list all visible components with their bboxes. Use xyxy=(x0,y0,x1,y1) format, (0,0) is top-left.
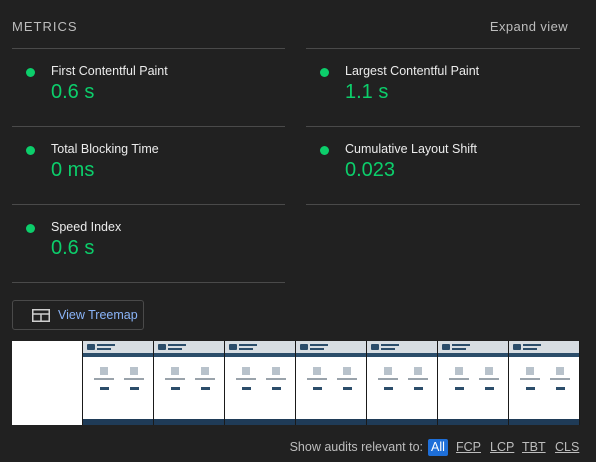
filmstrip-frame xyxy=(225,341,295,425)
filmstrip-frame xyxy=(296,341,366,425)
pass-indicator-icon xyxy=(26,146,35,155)
filter-lcp[interactable]: LCP xyxy=(487,439,517,456)
metric-label: Total Blocking Time xyxy=(51,142,159,156)
filter-cls[interactable]: CLS xyxy=(552,439,582,456)
metrics-panel: METRICS Expand view First Contentful Pai… xyxy=(0,0,596,462)
divider xyxy=(306,204,580,205)
treemap-icon xyxy=(32,309,50,322)
metric-value: 0.023 xyxy=(345,159,396,181)
metric-cls: Cumulative Layout Shift 0.023 xyxy=(320,142,580,192)
metric-value: 0.6 s xyxy=(51,81,95,103)
filmstrip-frame xyxy=(83,341,153,425)
expand-view-toggle[interactable]: Expand view xyxy=(490,19,568,34)
metric-lcp: Largest Contentful Paint 1.1 s xyxy=(320,64,580,114)
divider xyxy=(12,126,285,127)
pass-indicator-icon xyxy=(320,68,329,77)
view-treemap-button[interactable]: View Treemap xyxy=(12,300,144,330)
audit-filter-bar: Show audits relevant to: All FCP LCP TBT… xyxy=(0,439,580,457)
pass-indicator-icon xyxy=(26,68,35,77)
metric-speed-index: Speed Index 0.6 s xyxy=(26,220,286,270)
metric-label: First Contentful Paint xyxy=(51,64,168,78)
filmstrip-frame xyxy=(154,341,224,425)
metric-value: 1.1 s xyxy=(345,81,389,103)
metric-tbt: Total Blocking Time 0 ms xyxy=(26,142,286,192)
filmstrip-frame xyxy=(367,341,437,425)
filmstrip-frame xyxy=(509,341,579,425)
pass-indicator-icon xyxy=(26,224,35,233)
metric-value: 0 ms xyxy=(51,159,95,181)
metric-value: 0.6 s xyxy=(51,237,95,259)
filter-all[interactable]: All xyxy=(428,439,448,456)
divider xyxy=(12,282,285,283)
filter-fcp[interactable]: FCP xyxy=(453,439,484,456)
filmstrip-frame xyxy=(12,341,82,425)
audit-filter-label: Show audits relevant to: xyxy=(289,440,423,454)
section-title: METRICS xyxy=(12,19,78,34)
metric-label: Speed Index xyxy=(51,220,122,234)
view-treemap-label: View Treemap xyxy=(58,308,138,322)
pass-indicator-icon xyxy=(320,146,329,155)
filmstrip xyxy=(12,341,580,425)
metric-label: Largest Contentful Paint xyxy=(345,64,480,78)
divider xyxy=(12,48,285,49)
metric-label: Cumulative Layout Shift xyxy=(345,142,478,156)
divider xyxy=(12,204,285,205)
filter-tbt[interactable]: TBT xyxy=(519,439,549,456)
divider xyxy=(306,48,580,49)
divider xyxy=(306,126,580,127)
filmstrip-frame xyxy=(438,341,508,425)
metric-fcp: First Contentful Paint 0.6 s xyxy=(26,64,286,114)
